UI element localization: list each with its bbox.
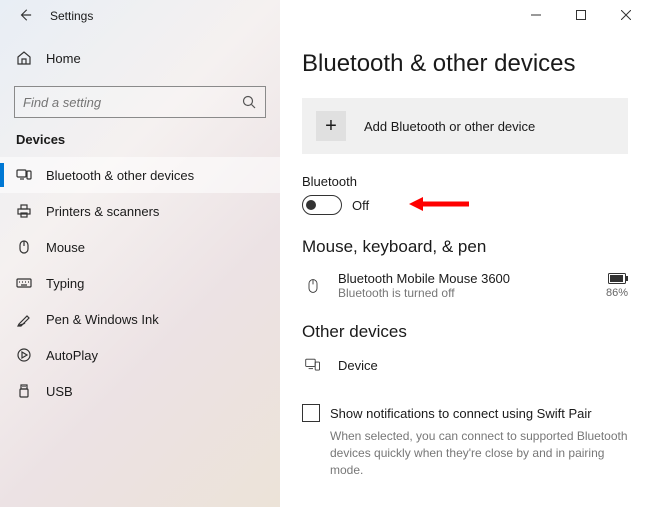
titlebar-left: Settings — [0, 0, 280, 32]
device-icon — [302, 356, 324, 374]
sidebar-item-label: Typing — [46, 276, 84, 291]
pen-icon — [16, 311, 32, 327]
sidebar-item-autoplay[interactable]: AutoPlay — [0, 337, 280, 373]
battery-percent: 86% — [606, 287, 628, 299]
other-device-row[interactable]: Device — [302, 352, 628, 396]
sidebar-item-usb[interactable]: USB — [0, 373, 280, 409]
keyboard-icon — [16, 275, 32, 291]
window-controls — [513, 0, 648, 30]
add-device-button[interactable]: + Add Bluetooth or other device — [302, 98, 628, 154]
device-text: Bluetooth Mobile Mouse 3600 Bluetooth is… — [338, 271, 510, 300]
usb-icon — [16, 383, 32, 399]
nav-home[interactable]: Home — [0, 40, 280, 76]
devices-icon — [16, 167, 32, 183]
search-input[interactable] — [23, 95, 233, 110]
annotation-arrow-icon — [409, 196, 469, 215]
toggle-knob — [306, 200, 316, 210]
search-box[interactable] — [14, 86, 266, 118]
device-row[interactable]: Bluetooth Mobile Mouse 3600 Bluetooth is… — [302, 267, 628, 322]
swift-pair-help: When selected, you can connect to suppor… — [302, 428, 628, 478]
sidebar-item-label: USB — [46, 384, 73, 399]
add-device-label: Add Bluetooth or other device — [364, 119, 535, 134]
section-mouse-heading: Mouse, keyboard, & pen — [302, 237, 628, 257]
checkbox-icon[interactable] — [302, 404, 320, 422]
other-device-name: Device — [338, 358, 378, 373]
page-title: Bluetooth & other devices — [302, 50, 628, 78]
swift-pair-label: Show notifications to connect using Swif… — [330, 406, 592, 421]
mouse-icon — [302, 273, 324, 299]
mouse-icon — [16, 239, 32, 255]
sidebar-item-label: Pen & Windows Ink — [46, 312, 159, 327]
back-arrow-icon[interactable] — [18, 8, 32, 25]
bluetooth-state: Off — [352, 198, 369, 213]
minimize-button[interactable] — [513, 0, 558, 30]
printer-icon — [16, 203, 32, 219]
search-icon — [241, 94, 257, 110]
sidebar-item-printers[interactable]: Printers & scanners — [0, 193, 280, 229]
device-name: Bluetooth Mobile Mouse 3600 — [338, 271, 510, 286]
sidebar-item-label: Bluetooth & other devices — [46, 168, 194, 183]
swift-pair-checkbox-row[interactable]: Show notifications to connect using Swif… — [302, 404, 628, 422]
window-title: Settings — [50, 9, 93, 23]
plus-icon: + — [316, 111, 346, 141]
device-text: Device — [338, 358, 378, 373]
close-button[interactable] — [603, 0, 648, 30]
battery-icon — [608, 273, 628, 284]
autoplay-icon — [16, 347, 32, 363]
sidebar-item-pen[interactable]: Pen & Windows Ink — [0, 301, 280, 337]
sidebar-item-mouse[interactable]: Mouse — [0, 229, 280, 265]
section-other-heading: Other devices — [302, 322, 628, 342]
sidebar-item-bluetooth[interactable]: Bluetooth & other devices — [0, 157, 280, 193]
sidebar-item-label: AutoPlay — [46, 348, 98, 363]
sidebar-group-label: Devices — [0, 132, 280, 157]
sidebar-item-label: Printers & scanners — [46, 204, 159, 219]
bluetooth-label: Bluetooth — [302, 174, 628, 189]
nav-home-label: Home — [46, 51, 81, 66]
maximize-button[interactable] — [558, 0, 603, 30]
main-content: Bluetooth & other devices + Add Bluetoot… — [280, 0, 648, 507]
bluetooth-toggle[interactable] — [302, 195, 342, 215]
device-status: Bluetooth is turned off — [338, 286, 510, 300]
sidebar-item-label: Mouse — [46, 240, 85, 255]
battery-indicator: 86% — [606, 273, 628, 299]
home-icon — [16, 50, 32, 66]
sidebar: Settings Home Devices Bluetoot — [0, 0, 280, 507]
sidebar-item-typing[interactable]: Typing — [0, 265, 280, 301]
